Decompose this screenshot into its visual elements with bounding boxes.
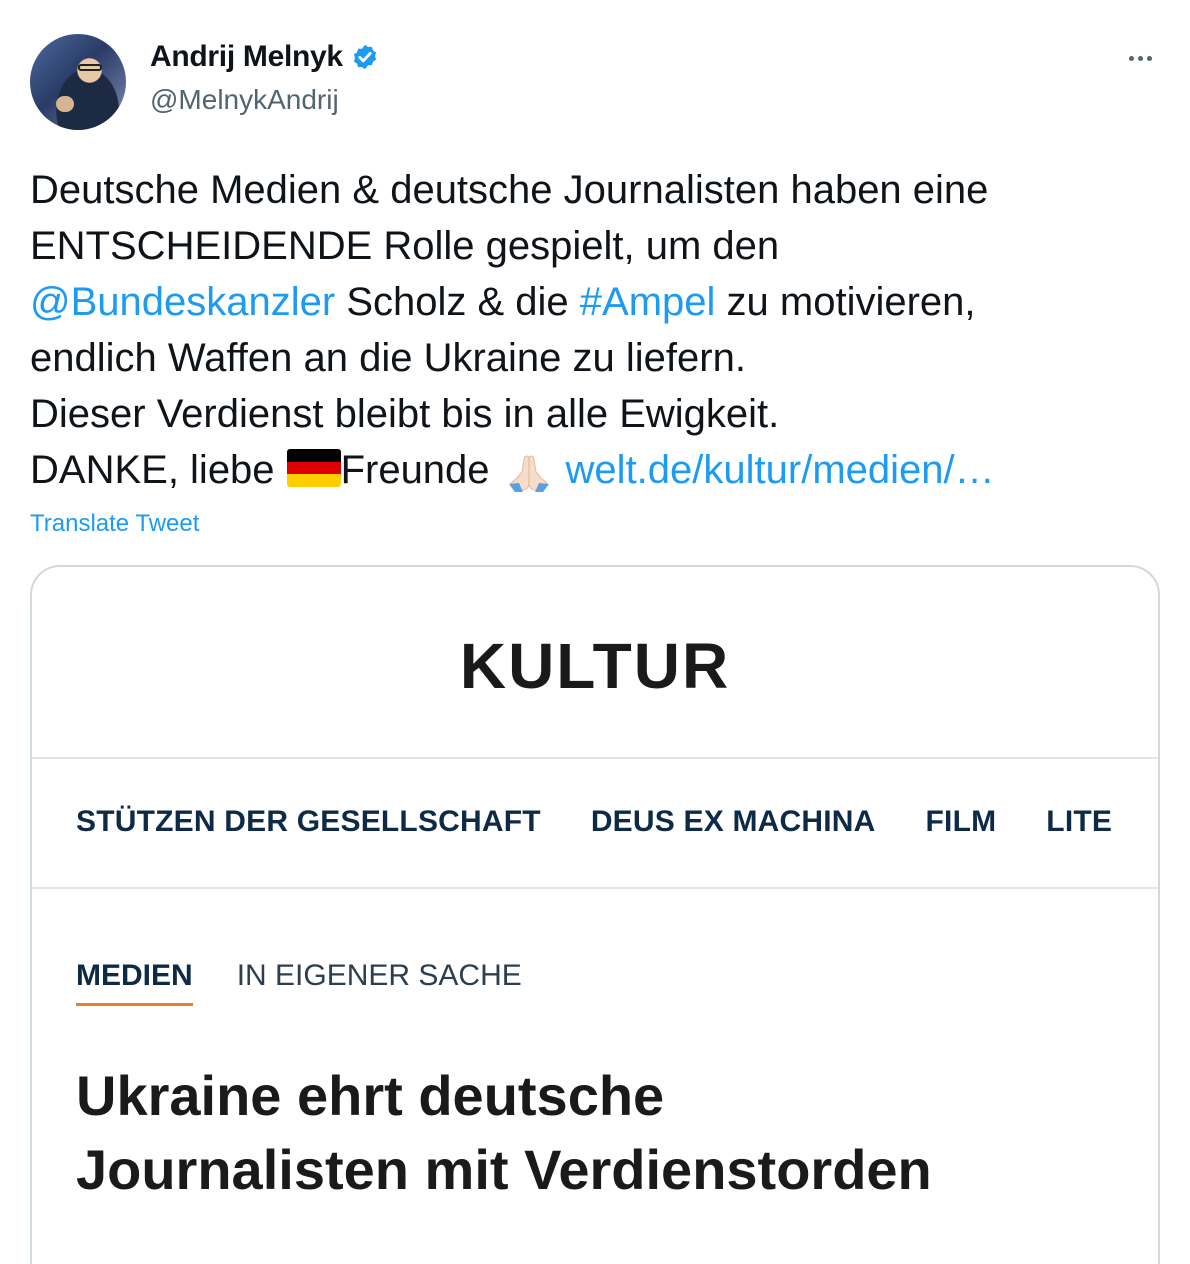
link-preview-card[interactable]: KULTUR STÜTZEN DER GESELLSCHAFT DEUS EX …	[30, 565, 1160, 1264]
verified-badge-icon	[353, 44, 376, 70]
avatar-glasses	[78, 64, 102, 71]
author-handle[interactable]: @MelnykAndrij	[150, 84, 339, 116]
tweet-text-fragment: DANKE, liebe	[30, 448, 275, 492]
card-headline-line: Journalisten mit Verdienstorden	[76, 1138, 932, 1201]
folded-hands-icon	[508, 455, 549, 492]
card-nav-item: STÜTZEN DER GESELLSCHAFT	[76, 805, 541, 838]
tweet-text-fragment: Freunde	[340, 448, 490, 492]
tweet-text-fragment: Scholz & die	[335, 280, 580, 324]
germany-flag-icon	[286, 449, 341, 487]
more-dot	[1137, 55, 1143, 61]
card-section-title: KULTUR	[459, 630, 731, 702]
tweet-text: Deutsche Medien & deutsche Journalisten …	[30, 162, 1170, 498]
translate-tweet-link[interactable]: Translate Tweet	[30, 510, 199, 538]
tweet-header: Andrij Melnyk @MelnykAndrij	[30, 34, 1160, 134]
avatar-hand	[56, 96, 74, 112]
author-name-row[interactable]: Andrij Melnyk	[150, 40, 379, 74]
card-divider	[32, 757, 1158, 759]
card-nav-item: LITE	[1046, 805, 1113, 838]
hashtag-link[interactable]: #Ampel	[580, 280, 716, 324]
author-avatar[interactable]	[30, 34, 126, 130]
card-nav: STÜTZEN DER GESELLSCHAFT DEUS EX MACHINA…	[76, 805, 1112, 839]
card-tab-medien: MEDIEN	[76, 959, 193, 1006]
card-headline: Ukraine ehrt deutsche Journalisten mit V…	[76, 1059, 1116, 1207]
author-display-name[interactable]: Andrij Melnyk	[150, 40, 343, 74]
tweet-line: ENTSCHEIDENDE Rolle gespielt, um den	[30, 224, 780, 268]
card-tab-in-eigener-sache: IN EIGENER SACHE	[236, 959, 522, 992]
article-link[interactable]: welt.de/kultur/medien/…	[566, 448, 995, 492]
more-options-icon[interactable]	[1122, 48, 1158, 68]
tweet-line: Dieser Verdienst bleibt bis in alle Ewig…	[30, 392, 780, 436]
card-nav-item: FILM	[925, 805, 997, 838]
tweet-text-fragment: zu motivieren,	[715, 280, 976, 324]
more-dot	[1128, 55, 1134, 61]
card-headline-line: Ukraine ehrt deutsche	[76, 1064, 665, 1127]
tweet-line: Deutsche Medien & deutsche Journalisten …	[30, 168, 989, 212]
tweet-line: DANKE, liebe Freunde welt.de/kultur/medien…	[30, 442, 1170, 498]
tweet-line: endlich Waffen an die Ukraine zu liefern…	[30, 336, 746, 380]
card-nav-item: DEUS EX MACHINA	[590, 805, 876, 838]
more-dot	[1146, 55, 1152, 61]
mention-link[interactable]: @Bundeskanzler	[30, 280, 335, 324]
card-tabs: MEDIEN IN EIGENER SACHE	[76, 959, 522, 1006]
card-divider	[32, 887, 1158, 889]
tweet-line: @Bundeskanzler Scholz & die #Ampel zu mo…	[30, 274, 1170, 330]
